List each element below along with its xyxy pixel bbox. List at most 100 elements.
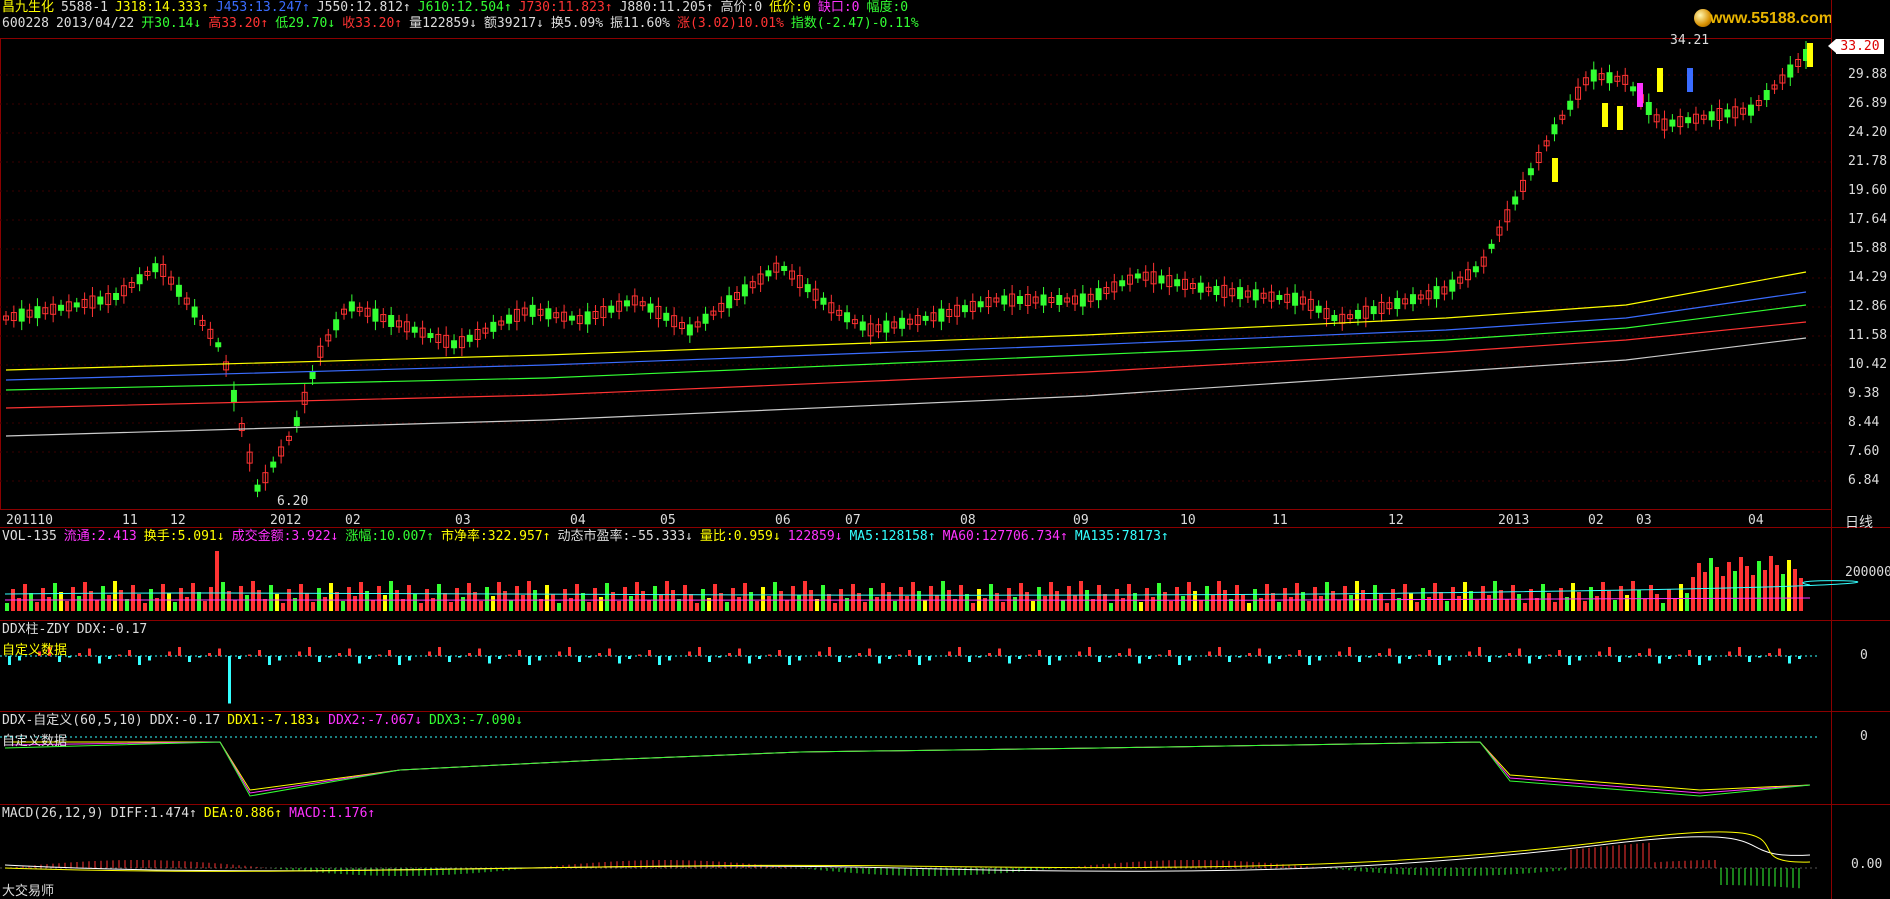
ddx-bar [278, 656, 281, 661]
candle-body [1763, 90, 1770, 101]
volume-bar [893, 601, 897, 611]
period-label[interactable]: 日线 [1845, 512, 1873, 532]
ddx-bar [838, 656, 841, 662]
ddx-bar [878, 656, 881, 664]
vol-title: VOL-135 [2, 529, 57, 544]
volume-bar [1457, 596, 1461, 611]
candle-body [1409, 294, 1416, 305]
highlight-candle [1617, 106, 1623, 130]
volume-bar [113, 581, 117, 611]
candle-body [230, 389, 237, 403]
volume-bar [737, 597, 741, 611]
volume-bar [593, 588, 597, 611]
volume-bar [1049, 582, 1053, 611]
volume-bar [731, 588, 735, 611]
volume-bar [923, 600, 927, 611]
volume-bar [1289, 597, 1293, 611]
ddx-bar [498, 656, 501, 659]
volume-bar [833, 603, 837, 611]
volume-bar [29, 593, 33, 611]
pb-ratio: 市净率:322.957↑ [440, 529, 551, 544]
volume-bar [1241, 594, 1245, 611]
candle-body [1197, 282, 1204, 293]
highlight-candle [1807, 43, 1813, 67]
volume-bar [1673, 598, 1677, 611]
ddx-bar [388, 650, 391, 656]
volume-bar [35, 602, 39, 611]
volume-bar [407, 585, 411, 611]
volume-bar [419, 603, 423, 611]
volume-bar [1631, 581, 1635, 611]
ddx-bar [988, 653, 991, 656]
volume-bar [461, 597, 465, 611]
candle-body [506, 314, 513, 324]
volume-bar [275, 594, 279, 611]
moving-average-line [5, 271, 1807, 371]
volume-bar [761, 587, 765, 611]
volume-bar [53, 583, 57, 611]
ddx-bar [688, 651, 691, 656]
ddx-bar [1108, 656, 1111, 658]
candle-body [545, 308, 552, 320]
volume-bar [1685, 593, 1689, 611]
volume-bar [101, 586, 105, 611]
ddx-bar [68, 656, 71, 658]
time-axis-tick: 04 [570, 513, 586, 528]
ddx-bar [1118, 653, 1121, 656]
candle-body [175, 284, 182, 297]
volume-bar [239, 586, 243, 611]
candle-body [608, 305, 615, 313]
ddx-bar [398, 656, 401, 665]
volume-bar [743, 583, 747, 611]
vol-ma60: MA60:127706.734↑ [942, 529, 1068, 544]
highlight-candle [1602, 103, 1608, 127]
chart-canvas[interactable] [0, 0, 1890, 899]
price-axis-tick: 17.64 [1848, 212, 1888, 227]
volume-bar [1715, 567, 1719, 611]
ddx1: DDX1:-7.183↓ [227, 713, 322, 728]
ddx-bar [428, 651, 431, 656]
candle-body [1056, 295, 1063, 305]
volume-bar [1067, 586, 1071, 611]
volume-bar [1775, 565, 1779, 611]
volume-bar [1529, 589, 1533, 611]
volume-bar [77, 596, 81, 611]
price-axis-tick: 29.88 [1848, 67, 1888, 82]
volume-bar [347, 587, 351, 611]
volume-bar [1535, 598, 1539, 611]
volume-bar [713, 584, 717, 611]
ddx-bar-custom-label: 自定义数据 [2, 643, 68, 658]
volume-bar [23, 584, 27, 611]
ddx-bar [508, 654, 511, 656]
time-axis-tick: 2013 [1498, 513, 1530, 528]
volume-bar [1343, 586, 1347, 611]
volume-bar [1679, 584, 1683, 611]
ddx-bar [248, 654, 251, 656]
volume-bar [521, 595, 525, 611]
ddx-bar [1548, 654, 1551, 656]
price-axis-tick: 6.84 [1848, 473, 1880, 488]
volume-bar [1073, 595, 1077, 611]
ddx-bar [1518, 648, 1521, 656]
ddx-bar [358, 656, 361, 664]
ddx-bar [528, 656, 531, 665]
volume-bar [1463, 582, 1467, 611]
ddx-bar [1158, 654, 1161, 656]
ddx-bar-panel-header: DDX柱-ZDY DDX:-0.17 [2, 622, 154, 638]
volume-bar [785, 600, 789, 611]
ddx-bar [258, 650, 261, 656]
volume-bar [479, 601, 483, 611]
volume-bar [1757, 561, 1761, 611]
volume-bar [1301, 592, 1305, 611]
candle-body [686, 324, 693, 336]
ddx-bar [1228, 656, 1231, 662]
price-axis-tick: 26.89 [1848, 96, 1888, 111]
ddx-bar [848, 656, 851, 658]
moving-average-line [5, 304, 1807, 391]
volume-bar [1475, 600, 1479, 611]
volume-bar [263, 599, 267, 611]
ddx-bar [1188, 656, 1191, 661]
candle-body [1276, 294, 1283, 300]
volume-bar [1373, 585, 1377, 611]
volume-bar [1175, 587, 1179, 611]
